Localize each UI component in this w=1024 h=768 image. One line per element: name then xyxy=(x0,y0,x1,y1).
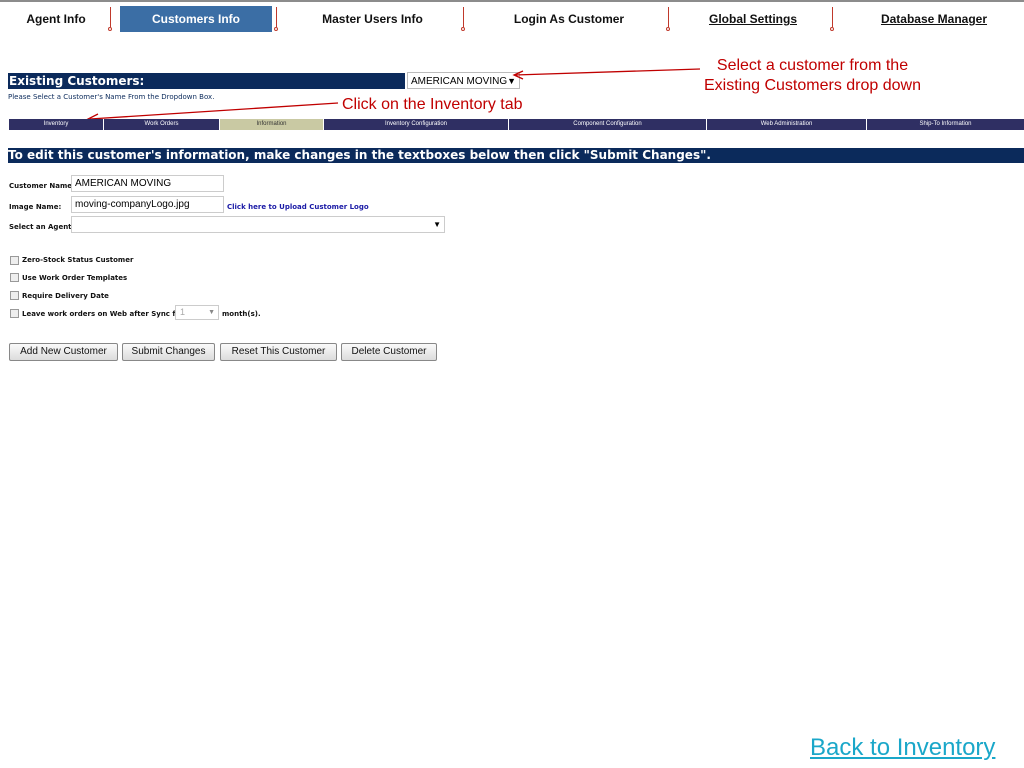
zero-stock-label: Zero-Stock Status Customer xyxy=(22,256,134,264)
months-suffix-label: month(s). xyxy=(222,310,261,318)
months-dropdown[interactable]: 1 ▼ xyxy=(175,305,219,320)
customer-subtabs: Inventory Work Orders Information Invent… xyxy=(8,119,1024,130)
nav-login-as-customer[interactable]: Login As Customer xyxy=(478,6,660,32)
chevron-down-icon: ▼ xyxy=(208,309,215,316)
nav-database-manager[interactable]: Database Manager xyxy=(846,6,1022,32)
agent-dropdown[interactable]: ▼ xyxy=(71,216,445,233)
nav-separator xyxy=(108,7,112,31)
zero-stock-checkbox[interactable] xyxy=(10,256,19,265)
customer-dropdown[interactable]: AMERICAN MOVING ▼ xyxy=(407,72,520,89)
annotation-select-line2: Existing Customers drop down xyxy=(704,77,921,94)
tab-web-administration[interactable]: Web Administration xyxy=(706,119,866,130)
work-order-templates-label: Use Work Order Templates xyxy=(22,274,128,282)
image-name-field[interactable]: moving-companyLogo.jpg xyxy=(71,196,224,213)
customer-name-field[interactable]: AMERICAN MOVING xyxy=(71,175,224,192)
annotation-inventory-tab: Click on the Inventory tab xyxy=(342,96,523,113)
existing-customers-title: Existing Customers: xyxy=(9,74,145,88)
tab-inventory[interactable]: Inventory xyxy=(8,119,103,130)
existing-customers-header: Existing Customers: xyxy=(8,73,405,89)
tab-ship-to-information[interactable]: Ship-To Information xyxy=(866,119,1024,130)
annotation-arrows xyxy=(86,68,701,124)
arrow-to-dropdown xyxy=(514,68,701,76)
require-delivery-date-label: Require Delivery Date xyxy=(22,292,109,300)
upload-logo-link[interactable]: Click here to Upload Customer Logo xyxy=(227,203,369,211)
top-nav: Agent Info Customers Info Master Users I… xyxy=(0,0,1024,36)
edit-instructions-header: To edit this customer's information, mak… xyxy=(8,148,1024,163)
work-order-templates-checkbox[interactable] xyxy=(10,273,19,282)
nav-separator xyxy=(461,7,465,31)
delete-customer-button[interactable]: Delete Customer xyxy=(341,343,437,361)
arrow-to-inventory xyxy=(89,102,339,120)
nav-customers-info[interactable]: Customers Info xyxy=(120,6,272,32)
nav-separator xyxy=(274,7,278,31)
leave-work-orders-label: Leave work orders on Web after Sync for xyxy=(22,310,184,318)
nav-global-settings[interactable]: Global Settings xyxy=(682,6,824,32)
nav-separator xyxy=(666,7,670,31)
nav-master-users-info[interactable]: Master Users Info xyxy=(290,6,455,32)
select-hint: Please Select a Customer's Name From the… xyxy=(8,93,215,101)
image-name-label: Image Name: xyxy=(9,203,62,211)
nav-separator xyxy=(830,7,834,31)
chevron-down-icon: ▼ xyxy=(433,220,441,229)
customer-dropdown-value: AMERICAN MOVING xyxy=(411,76,508,87)
tab-work-orders[interactable]: Work Orders xyxy=(103,119,219,130)
tab-component-configuration[interactable]: Component Configuration xyxy=(508,119,706,130)
annotation-select-customer: Select a customer from the Existing Cust… xyxy=(690,56,935,96)
leave-work-orders-checkbox[interactable] xyxy=(10,309,19,318)
top-border xyxy=(0,0,1024,2)
nav-agent-info[interactable]: Agent Info xyxy=(8,6,104,32)
submit-changes-button[interactable]: Submit Changes xyxy=(122,343,215,361)
months-dropdown-value: 1 xyxy=(180,307,186,317)
tab-information[interactable]: Information xyxy=(219,119,323,130)
require-delivery-date-checkbox[interactable] xyxy=(10,291,19,300)
agent-label: Select an Agent: xyxy=(9,223,75,231)
annotation-select-line1: Select a customer from the xyxy=(716,57,909,74)
back-to-inventory-link[interactable]: Back to Inventory xyxy=(810,734,995,762)
chevron-down-icon: ▼ xyxy=(507,76,516,86)
edit-instructions-title: To edit this customer's information, mak… xyxy=(8,148,711,162)
customer-name-label: Customer Name: xyxy=(9,182,75,190)
reset-customer-button[interactable]: Reset This Customer xyxy=(220,343,337,361)
add-new-customer-button[interactable]: Add New Customer xyxy=(9,343,118,361)
tab-inventory-configuration[interactable]: Inventory Configuration xyxy=(323,119,508,130)
